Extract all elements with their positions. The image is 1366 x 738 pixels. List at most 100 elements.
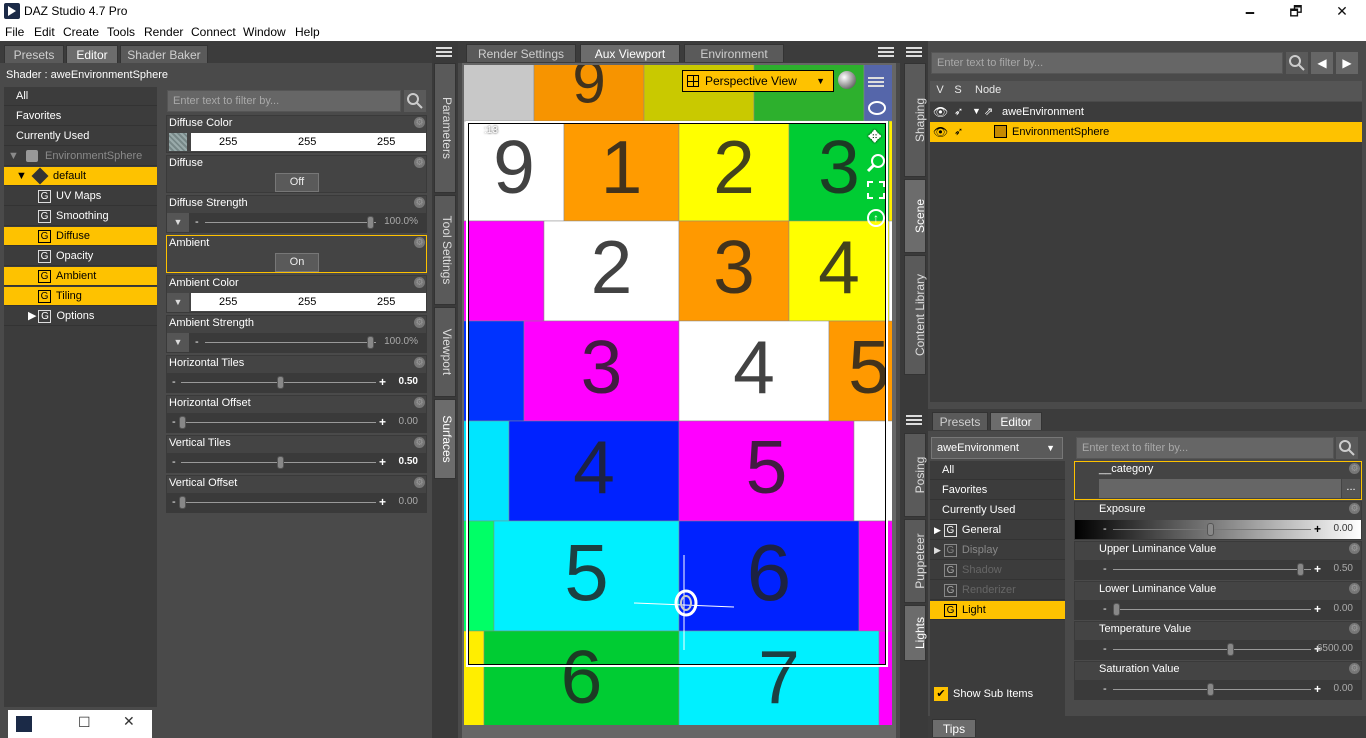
tab-render-settings[interactable]: Render Settings bbox=[466, 44, 576, 62]
nav-favorites[interactable]: Favorites bbox=[4, 107, 157, 126]
tree-opacity[interactable]: G Opacity bbox=[4, 247, 157, 266]
nav-currently-used[interactable]: Currently Used bbox=[930, 501, 1065, 520]
gear-icon[interactable]: ⚙ bbox=[1349, 543, 1360, 554]
slider-knob[interactable] bbox=[1297, 563, 1304, 576]
color-b[interactable]: 255 bbox=[377, 136, 395, 148]
slider-knob[interactable] bbox=[1207, 683, 1214, 696]
gear-icon[interactable]: ⚙ bbox=[414, 157, 425, 168]
tree-uv-maps[interactable]: G UV Maps bbox=[4, 187, 157, 206]
search-icon[interactable] bbox=[1286, 52, 1308, 74]
menu-create[interactable]: Create bbox=[63, 25, 99, 39]
scene-node-aweenvironment[interactable]: 👁 ➶ ▼ ⇗ aweEnvironment bbox=[930, 102, 1362, 122]
slider-knob[interactable] bbox=[367, 216, 374, 229]
panel-menu-icon[interactable] bbox=[878, 45, 894, 59]
group-display[interactable]: ▶ G Display bbox=[930, 541, 1065, 560]
minimize-button[interactable]: 🗕 bbox=[1227, 0, 1273, 23]
color-g[interactable]: 255 bbox=[298, 136, 316, 148]
maximize-icon[interactable]: ☐ bbox=[78, 714, 91, 731]
slider-knob[interactable] bbox=[1113, 603, 1120, 616]
gear-icon[interactable]: ⚙ bbox=[414, 357, 425, 368]
gear-icon[interactable]: ⚙ bbox=[1349, 583, 1360, 594]
tree-tiling[interactable]: G Tiling bbox=[4, 287, 157, 306]
tab-presets[interactable]: Presets bbox=[4, 45, 64, 63]
color-b[interactable]: 255 bbox=[377, 296, 395, 308]
light-gizmo-icon[interactable] bbox=[634, 555, 734, 655]
browse-button[interactable]: ... bbox=[1342, 479, 1360, 498]
pointer-icon[interactable]: ➶ bbox=[954, 105, 963, 118]
temperature-slider[interactable]: - + 6500.00 bbox=[1075, 640, 1361, 659]
slider-track[interactable] bbox=[181, 502, 376, 503]
show-sub-items-checkbox[interactable]: ✔ bbox=[934, 687, 948, 701]
nav-favorites[interactable]: Favorites bbox=[930, 481, 1065, 500]
expand-arrow-icon[interactable]: ▶ bbox=[28, 310, 36, 322]
close-button[interactable]: ✕ bbox=[1319, 0, 1365, 23]
pointer-icon[interactable]: ➶ bbox=[954, 125, 963, 138]
surfaces-filter-input[interactable]: Enter text to filter by... bbox=[167, 90, 401, 112]
arrow-right-icon[interactable]: ▶ bbox=[1336, 52, 1358, 74]
slider-knob[interactable] bbox=[1227, 643, 1234, 656]
slider-track[interactable] bbox=[205, 222, 376, 223]
slider-track[interactable] bbox=[1113, 569, 1311, 570]
panel-menu-icon[interactable] bbox=[906, 45, 922, 59]
map-dropdown-icon[interactable]: ▼ bbox=[167, 333, 189, 352]
group-light[interactable]: G Light bbox=[930, 601, 1065, 620]
vertical-offset-slider[interactable]: - + 0.00 bbox=[167, 493, 426, 512]
vtab-shaping[interactable]: Shaping bbox=[904, 63, 927, 177]
expand-arrow-icon[interactable]: ▼ bbox=[972, 106, 981, 116]
diffuse-toggle[interactable]: Off bbox=[275, 173, 319, 192]
lower-luminance-slider[interactable]: - + 0.00 bbox=[1075, 600, 1361, 619]
panel-menu-icon[interactable] bbox=[906, 413, 922, 427]
slider-knob[interactable] bbox=[179, 416, 186, 429]
tab-aux-viewport[interactable]: Aux Viewport bbox=[580, 44, 680, 62]
close-icon[interactable]: ✕ bbox=[123, 713, 135, 730]
group-renderizer[interactable]: G Renderizer bbox=[930, 581, 1065, 600]
vtab-puppeteer[interactable]: Puppeteer bbox=[904, 519, 927, 603]
gear-icon[interactable]: ⚙ bbox=[414, 277, 425, 288]
tab-tips[interactable]: Tips bbox=[932, 719, 976, 737]
horizontal-tiles-slider[interactable]: - + 0.50 bbox=[167, 373, 426, 392]
nav-currently-used[interactable]: Currently Used bbox=[4, 127, 157, 146]
slider-value[interactable]: 0.00 bbox=[1334, 603, 1353, 614]
color-g[interactable]: 255 bbox=[298, 296, 316, 308]
color-r[interactable]: 255 bbox=[219, 136, 237, 148]
group-general[interactable]: ▶ G General bbox=[930, 521, 1065, 540]
expand-arrow-icon[interactable]: ▶ bbox=[934, 545, 941, 555]
slider-knob[interactable] bbox=[277, 376, 284, 389]
frame-icon[interactable] bbox=[867, 181, 885, 199]
scene-filter-input[interactable]: Enter text to filter by... bbox=[931, 52, 1283, 74]
color-r[interactable]: 255 bbox=[219, 296, 237, 308]
slider-track[interactable] bbox=[1113, 609, 1311, 610]
viewport-menu-icon[interactable] bbox=[868, 75, 884, 89]
zoom-icon[interactable] bbox=[866, 153, 886, 173]
gear-icon[interactable]: ⚙ bbox=[1349, 623, 1360, 634]
node-dropdown[interactable]: aweEnvironment ▼ bbox=[931, 437, 1063, 459]
map-dropdown-icon[interactable]: ▼ bbox=[167, 293, 189, 312]
slider-knob[interactable] bbox=[179, 496, 186, 509]
menu-window[interactable]: Window bbox=[243, 25, 286, 39]
color-swatch[interactable] bbox=[169, 133, 187, 151]
vtab-content-library[interactable]: Content Library bbox=[904, 255, 927, 375]
orbit-icon[interactable] bbox=[868, 101, 886, 115]
menu-help[interactable]: Help bbox=[295, 25, 320, 39]
slider-value[interactable]: 0.50 bbox=[1334, 563, 1353, 574]
col-selectable[interactable]: S bbox=[951, 84, 965, 96]
menu-tools[interactable]: Tools bbox=[107, 25, 135, 39]
gear-icon[interactable]: ⚙ bbox=[414, 477, 425, 488]
vtab-viewport[interactable]: Viewport bbox=[434, 307, 456, 397]
vtab-parameters[interactable]: Parameters bbox=[434, 63, 456, 193]
map-dropdown-icon[interactable]: ▼ bbox=[167, 213, 189, 232]
slider-track[interactable] bbox=[1113, 649, 1311, 650]
eye-icon[interactable]: 👁 bbox=[933, 105, 948, 119]
upper-luminance-slider[interactable]: - + 0.50 bbox=[1075, 560, 1361, 579]
vtab-lights[interactable]: Lights bbox=[904, 605, 927, 661]
ambient-toggle[interactable]: On bbox=[275, 253, 319, 272]
tab-environment[interactable]: Environment bbox=[684, 44, 784, 62]
tab-presets[interactable]: Presets bbox=[932, 412, 988, 430]
lights-filter-input[interactable]: Enter text to filter by... bbox=[1076, 437, 1334, 459]
diffuse-color-values[interactable]: 255 255 255 bbox=[191, 133, 426, 151]
perspective-view-dropdown[interactable]: Perspective View ▼ bbox=[682, 70, 834, 92]
slider-knob[interactable] bbox=[367, 336, 374, 349]
vtab-tool-settings[interactable]: Tool Settings bbox=[434, 195, 456, 305]
nav-all[interactable]: All bbox=[930, 461, 1065, 480]
col-node[interactable]: Node bbox=[975, 84, 1001, 96]
